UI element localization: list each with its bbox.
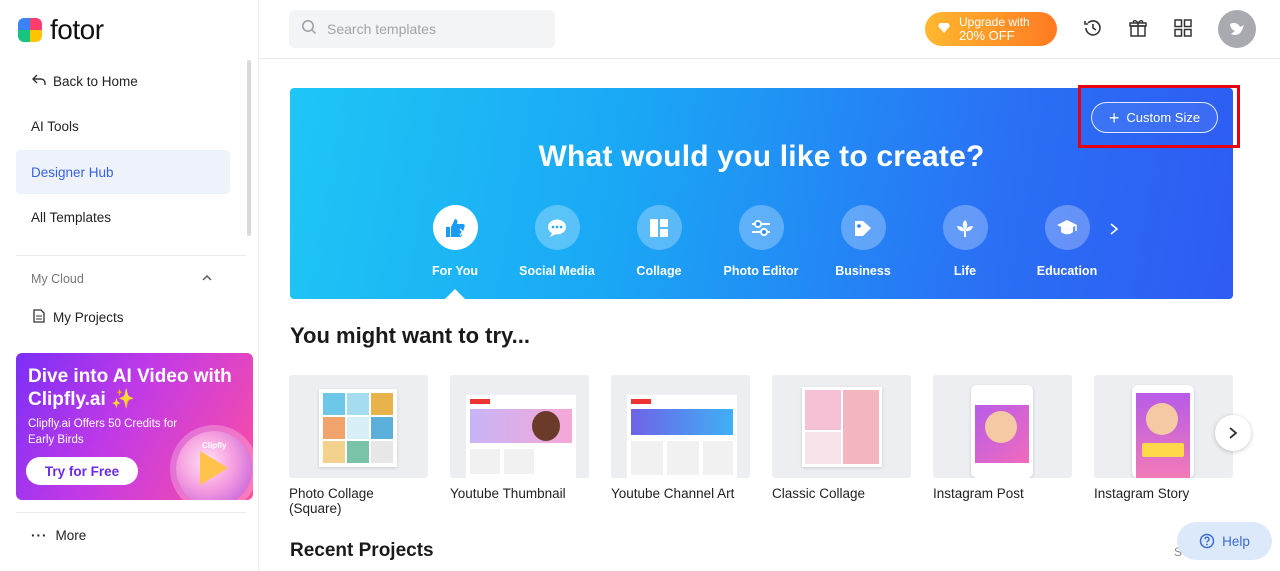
upgrade-button[interactable]: Upgrade with 20% OFF: [925, 12, 1057, 46]
category-collage[interactable]: Collage: [609, 205, 709, 278]
question-circle-icon: [1199, 533, 1215, 549]
back-to-home-label: Back to Home: [53, 73, 138, 89]
card-label: Instagram Story: [1094, 486, 1190, 501]
template-card[interactable]: Youtube Thumbnail: [450, 375, 589, 501]
template-card[interactable]: Instagram Story: [1094, 375, 1233, 501]
template-card[interactable]: Youtube Channel Art: [611, 375, 750, 501]
sliders-icon: [738, 205, 784, 250]
promo-title: Dive into AI Video with Clipfly.ai ✨: [28, 366, 232, 410]
card-label: Youtube Thumbnail: [450, 486, 566, 501]
category-label: For You: [431, 264, 479, 278]
photo-collage-thumbnail: [289, 375, 428, 478]
brand-name: fotor: [50, 14, 104, 45]
sidebar-divider: [16, 255, 246, 256]
category-life[interactable]: Life: [915, 205, 1015, 278]
thumbs-up-icon: [432, 205, 478, 250]
highlight-box: [1078, 85, 1240, 148]
clipfly-promo-banner[interactable]: Dive into AI Video with Clipfly.ai ✨ Cli…: [16, 353, 253, 500]
sidebar-divider: [16, 512, 246, 513]
upgrade-line-1: Upgrade with: [959, 15, 1030, 29]
more-button[interactable]: ··· More: [31, 528, 86, 543]
collage-icon: [636, 205, 682, 250]
document-icon: [31, 308, 47, 326]
category-label: Social Media: [519, 264, 595, 278]
youtube-channel-art-thumbnail: [611, 375, 750, 478]
chevron-right-icon[interactable]: [1109, 222, 1119, 241]
card-label: Classic Collage: [772, 486, 866, 501]
flower-icon: [942, 205, 988, 250]
sidebar-item-label: Designer Hub: [31, 164, 114, 180]
carousel-next-button[interactable]: [1215, 415, 1251, 451]
category-label: Collage: [636, 264, 682, 278]
bird-avatar-icon: [1230, 23, 1244, 35]
sidebar-item-label: AI Tools: [31, 118, 79, 134]
template-card[interactable]: Photo Collage (Square): [289, 375, 428, 516]
top-bar: Upgrade with 20% OFF: [259, 0, 1280, 59]
category-social-media[interactable]: Social Media: [507, 205, 607, 278]
category-education[interactable]: Education: [1017, 205, 1117, 278]
category-label: Education: [1036, 264, 1098, 278]
sidebar-scrollbar[interactable]: [247, 60, 251, 236]
sidebar-item-ai-tools[interactable]: AI Tools: [16, 104, 230, 148]
sidebar: fotor Back to Home AI Tools Designer Hub…: [0, 0, 259, 571]
chevron-up-icon[interactable]: [200, 272, 214, 286]
back-to-home-link[interactable]: Back to Home: [16, 59, 230, 103]
card-label: Instagram Post: [933, 486, 1024, 501]
template-card[interactable]: Classic Collage: [772, 375, 911, 501]
diamond-icon: [937, 22, 951, 37]
recent-projects-title: Recent Projects: [290, 540, 434, 561]
graduation-cap-icon: [1044, 205, 1090, 250]
sidebar-item-label: My Projects: [53, 309, 124, 325]
more-label: More: [55, 528, 87, 543]
upgrade-line-2: 20% OFF: [959, 28, 1015, 43]
help-label: Help: [1222, 533, 1250, 549]
youtube-thumbnail-thumbnail: [450, 375, 589, 478]
category-label: Photo Editor: [723, 264, 799, 278]
category-label: Business: [835, 264, 891, 278]
play-icon: [200, 451, 228, 485]
chevron-right-icon: [1229, 427, 1238, 439]
search-icon: [301, 19, 317, 40]
search-box[interactable]: [289, 10, 555, 48]
card-label: Photo Collage (Square): [289, 486, 374, 516]
category-business[interactable]: Business: [813, 205, 913, 278]
apps-grid-icon[interactable]: [1171, 16, 1195, 40]
try-section-title: You might want to try...: [290, 323, 530, 348]
sidebar-item-my-projects[interactable]: My Projects: [16, 295, 230, 339]
card-label: Youtube Channel Art: [611, 486, 735, 501]
instagram-story-thumbnail: [1094, 375, 1233, 478]
sidebar-item-all-templates[interactable]: All Templates: [16, 195, 230, 239]
chat-bubble-icon: [534, 205, 580, 250]
template-card[interactable]: Instagram Post: [933, 375, 1072, 501]
ellipsis-icon: ···: [31, 528, 48, 543]
fotor-logo-icon: [18, 18, 42, 42]
back-arrow-icon: [31, 73, 47, 89]
fotor-app: fotor Back to Home AI Tools Designer Hub…: [0, 0, 1280, 571]
active-category-pointer: [445, 289, 465, 299]
category-label: Life: [953, 264, 977, 278]
fotor-logo[interactable]: fotor: [18, 14, 104, 46]
try-for-free-button[interactable]: Try for Free: [26, 457, 138, 485]
classic-collage-thumbnail: [772, 375, 911, 478]
user-avatar[interactable]: [1218, 10, 1256, 48]
promo-subtitle: Clipfly.ai Offers 50 Credits for Early B…: [28, 418, 178, 446]
category-for-you[interactable]: For You: [405, 205, 505, 278]
search-input[interactable]: [327, 21, 547, 37]
history-icon[interactable]: [1081, 16, 1105, 40]
help-button[interactable]: Help: [1177, 522, 1272, 560]
sidebar-item-label: All Templates: [31, 209, 112, 225]
gift-icon[interactable]: [1126, 16, 1150, 40]
sidebar-item-designer-hub[interactable]: Designer Hub: [16, 150, 230, 194]
my-cloud-label: My Cloud: [31, 272, 84, 286]
category-photo-editor[interactable]: Photo Editor: [711, 205, 811, 278]
instagram-post-thumbnail: [933, 375, 1072, 478]
tag-icon: [840, 205, 886, 250]
coin-label: Clipfly: [202, 441, 227, 450]
